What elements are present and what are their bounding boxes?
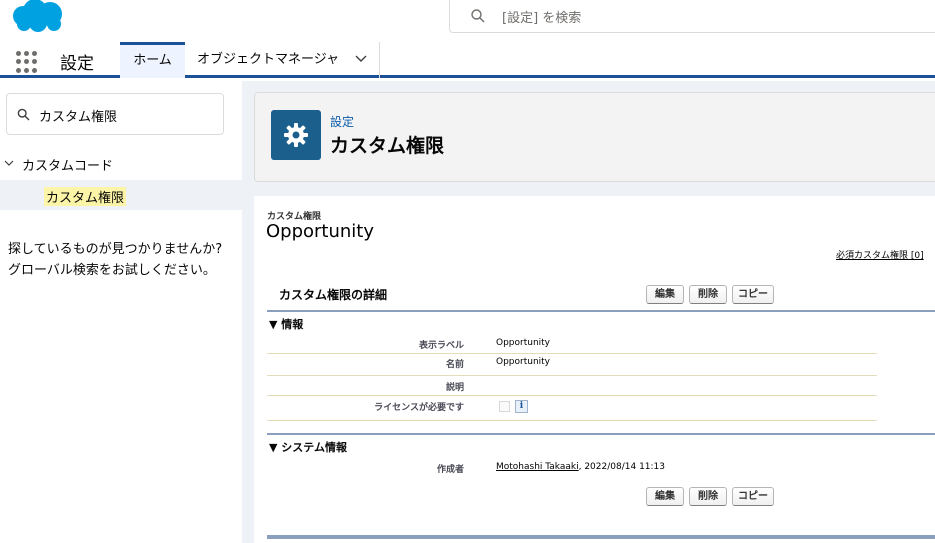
field-row: 説明 [267,376,877,396]
page-header: 設定 カスタム権限 [254,92,935,182]
copy-button[interactable]: コピー [732,285,774,304]
tree-item-label: カスタムコード [22,159,114,174]
field-label: 説明 [445,383,464,393]
global-search-input[interactable]: [設定] を検索 [449,0,935,33]
search-icon [471,9,485,23]
edit-button[interactable]: 編集 [646,487,684,506]
global-search-placeholder: [設定] を検索 [502,11,582,26]
delete-button[interactable]: 削除 [689,487,727,506]
copy-button[interactable]: コピー [732,487,774,506]
tab-home[interactable]: ホーム [120,42,185,78]
tree-item-label: カスタム権限 [44,187,127,206]
required-permissions-link[interactable]: 必須カスタム権限 [0] [836,248,924,261]
field-row: 表示ラベル Opportunity [267,335,877,354]
section-title: カスタム権限の詳細 [279,288,388,302]
created-by-user-link[interactable]: Motohashi Takaaki [496,462,579,472]
quick-find-input[interactable]: カスタム権限 [6,93,224,135]
quick-find-help: 探しているものが見つかりませんか? グローバル検索をお試しください。 [8,239,238,281]
created-by-value: Motohashi Takaaki, 2022/08/14 11:13 [496,462,665,472]
section-divider [267,310,935,312]
field-value: Opportunity [496,357,551,367]
search-icon [17,108,30,121]
field-value: Opportunity [496,338,551,348]
setup-sidebar: カスタム権限 カスタムコード カスタム権限 探しているものが見つかりませんか? … [0,81,242,543]
tree-item-custom-permissions[interactable]: カスタム権限 [0,180,242,210]
record-name: Opportunity [266,221,375,242]
section-divider [267,433,935,435]
help-text-line: 探しているものが見つかりませんか? [8,242,223,257]
delete-button[interactable]: 削除 [689,285,727,304]
field-row: ライセンスが必要です [267,396,877,421]
salesforce-logo[interactable] [6,0,68,36]
edit-button[interactable]: 編集 [646,285,684,304]
info-icon[interactable]: i [515,400,528,413]
page-title: カスタム権限 [330,135,445,157]
tab-object-manager-label: オブジェクトマネージャ [197,52,340,67]
field-label: ライセンスが必要です [374,403,464,413]
breadcrumb[interactable]: 設定 [330,113,354,130]
tree-item-custom-code[interactable]: カスタムコード [0,153,242,175]
app-navbar: 設定 ホーム オブジェクトマネージャ [0,42,935,78]
detail-panel: カスタム権限 Opportunity 必須カスタム権限 [0] カスタム権限の詳… [254,196,935,543]
global-header: [設定] を検索 [0,0,935,42]
app-name: 設定 [60,54,94,74]
field-row: 名前 Opportunity [267,354,877,376]
section-divider [267,535,935,539]
system-section-heading[interactable]: ▼ システム情報 [269,439,347,455]
setup-icon-box [271,110,321,160]
info-section-heading[interactable]: ▼ 情報 [269,316,303,332]
license-required-checkbox [499,401,510,412]
chevron-down-icon[interactable] [4,160,14,167]
quick-find-value: カスタム権限 [39,110,118,125]
field-label: 表示ラベル [418,341,464,351]
app-launcher-icon[interactable] [16,51,38,73]
field-label: 作成者 [436,465,464,475]
field-label: 名前 [445,360,464,370]
help-text-line: グローバル検索をお試しください。 [8,263,216,278]
gear-icon [284,123,308,147]
chevron-down-icon[interactable] [355,55,367,63]
tab-object-manager[interactable]: オブジェクトマネージャ [185,42,380,78]
created-by-date: , 2022/08/14 11:13 [578,462,666,472]
